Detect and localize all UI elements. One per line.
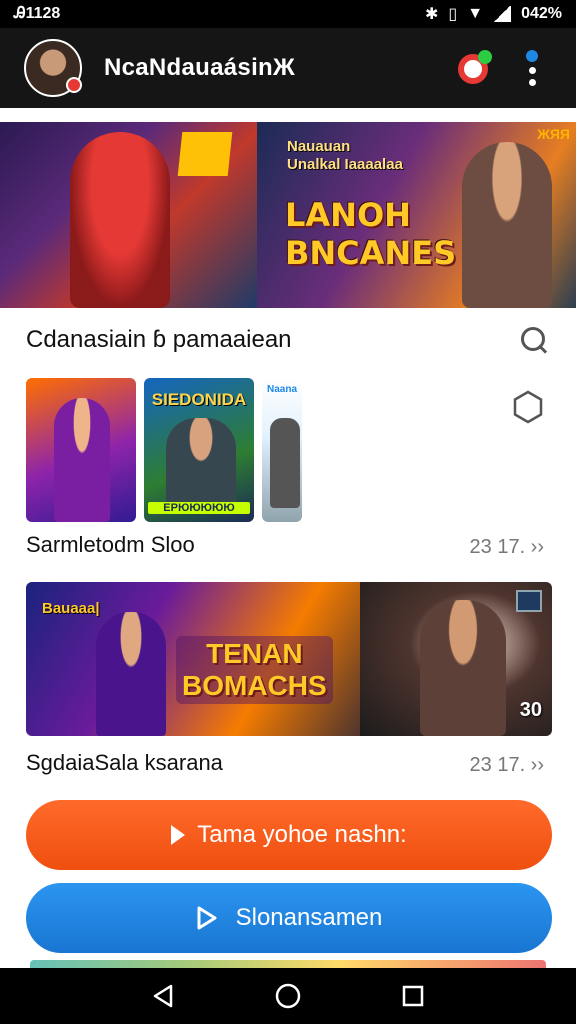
status-time: Ꭿ1128 [14, 5, 61, 22]
card-tag: Bauaaa| [42, 600, 100, 617]
wifi-icon: ▼ [467, 5, 484, 22]
play-icon [171, 825, 186, 845]
banner-title: LANOH BNCANES [285, 196, 457, 272]
banner-yellow-tag [177, 132, 233, 176]
secondary-button-label: Slonansamen [235, 904, 383, 931]
section-header: Cdanasiain ɓ pamaaiean [26, 320, 550, 360]
thumbnail-title: SIEDONIDA [151, 390, 247, 409]
primary-action-button[interactable]: Tama yohoe nashn: [26, 800, 552, 870]
flag-icon [516, 590, 542, 612]
section-title: Cdanasiain ɓ pamaaiean [26, 326, 292, 353]
home-icon[interactable] [273, 981, 303, 1011]
avatar[interactable] [24, 39, 82, 97]
app-title: NcaNdauaásinЖ [104, 54, 295, 81]
character-figure [54, 398, 110, 522]
row-label: Sarmletodm Sloo [26, 532, 195, 557]
status-bar: Ꭿ1128 ✱ ▯ ▼ 042% [0, 0, 576, 28]
thumbnail-title: Naana [266, 384, 297, 395]
banner-corner-label: ЖЯЯ [537, 126, 570, 142]
bluetooth-icon: ✱ [425, 6, 439, 23]
card-badge: 30 [519, 699, 542, 721]
next-card-peek [30, 960, 546, 968]
row-meta-link[interactable]: 23 17. ›› [470, 536, 544, 559]
primary-button-label: Tama yohoe nashn: [197, 821, 407, 848]
battery-level: 042% [521, 5, 562, 22]
featured-banner[interactable]: Nauauan Unalkal Iaaaalaa LANOH BNCANES Ж… [0, 122, 576, 308]
card-title: TENAN BOMACHS [176, 636, 333, 704]
row-meta-link[interactable]: 23 17. ›› [470, 754, 544, 777]
game-thumbnail[interactable]: Naana [262, 378, 302, 522]
card-left-artwork: Bauaaa| TENAN BOMACHS [26, 582, 360, 736]
notification-icon[interactable] [454, 48, 494, 88]
vibrate-icon: ▯ [448, 6, 458, 23]
status-icons: ✱ ▯ ▼ 042% [425, 4, 562, 24]
row-label: SgdaiaSala ksarana [26, 750, 223, 775]
thumbnail-row: SIEDONIDA ЕРЮЮЮЮЮ Naana [26, 378, 306, 522]
hexagon-icon[interactable] [512, 390, 544, 424]
card-right-artwork: 30 [360, 582, 552, 736]
character-figure [96, 612, 166, 736]
system-nav-bar [0, 968, 576, 1024]
more-options-icon[interactable] [512, 48, 552, 88]
banner-left-artwork [0, 122, 257, 308]
secondary-action-button[interactable]: Slonansamen [26, 883, 552, 953]
character-figure [420, 600, 506, 736]
recents-icon[interactable] [398, 981, 428, 1011]
hero-figure-brown [462, 142, 552, 308]
thumbnail-caption: ЕРЮЮЮЮЮ [148, 502, 250, 514]
signal-icon [493, 6, 512, 22]
back-icon[interactable] [148, 981, 178, 1011]
character-figure [270, 418, 300, 508]
game-thumbnail[interactable] [26, 378, 136, 522]
banner-right-artwork: Nauauan Unalkal Iaaaalaa LANOH BNCANES Ж… [257, 122, 576, 308]
banner-subtitle: Nauauan Unalkal Iaaaalaa [287, 138, 403, 173]
app-header: NcaNdauaásinЖ [0, 28, 576, 108]
search-icon[interactable] [518, 324, 550, 356]
avatar-status-dot [66, 77, 82, 93]
play-outline-icon [196, 905, 218, 931]
character-figure [166, 418, 236, 508]
game-thumbnail[interactable]: SIEDONIDA ЕРЮЮЮЮЮ [144, 378, 254, 522]
featured-game-card[interactable]: Bauaaa| TENAN BOMACHS 30 [26, 582, 552, 736]
hero-figure-red [70, 132, 170, 308]
